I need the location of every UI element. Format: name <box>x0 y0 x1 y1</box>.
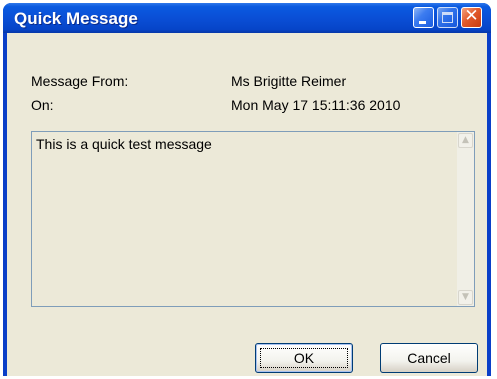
vertical-scrollbar[interactable]: ▲ ▼ <box>457 132 474 306</box>
message-from-value: Ms Brigitte Reimer <box>231 73 347 89</box>
ok-button[interactable]: OK <box>255 343 353 373</box>
message-text: This is a quick test message <box>36 136 212 152</box>
maximize-icon <box>442 12 453 23</box>
dialog-body: Message From: Ms Brigitte Reimer On: Mon… <box>7 33 487 376</box>
close-button[interactable]: ✕ <box>461 6 482 28</box>
minimize-button[interactable] <box>413 7 434 28</box>
scroll-down-arrow-icon[interactable]: ▼ <box>458 290 473 305</box>
maximize-button <box>437 7 458 28</box>
close-icon: ✕ <box>464 6 479 26</box>
ok-button-focus-rect: OK <box>260 348 348 368</box>
quick-message-window: Quick Message ✕ Message From: Ms Brigitt… <box>3 3 491 376</box>
minimize-icon <box>419 21 426 24</box>
on-label: On: <box>31 97 54 113</box>
message-textarea[interactable]: This is a quick test message ▲ ▼ <box>31 131 475 307</box>
scroll-up-arrow-icon[interactable]: ▲ <box>458 133 473 148</box>
window-title: Quick Message <box>14 9 138 28</box>
on-value: Mon May 17 15:11:36 2010 <box>231 97 401 113</box>
message-from-label: Message From: <box>31 73 129 89</box>
title-bar[interactable]: Quick Message ✕ <box>3 3 491 33</box>
cancel-button[interactable]: Cancel <box>380 343 478 373</box>
